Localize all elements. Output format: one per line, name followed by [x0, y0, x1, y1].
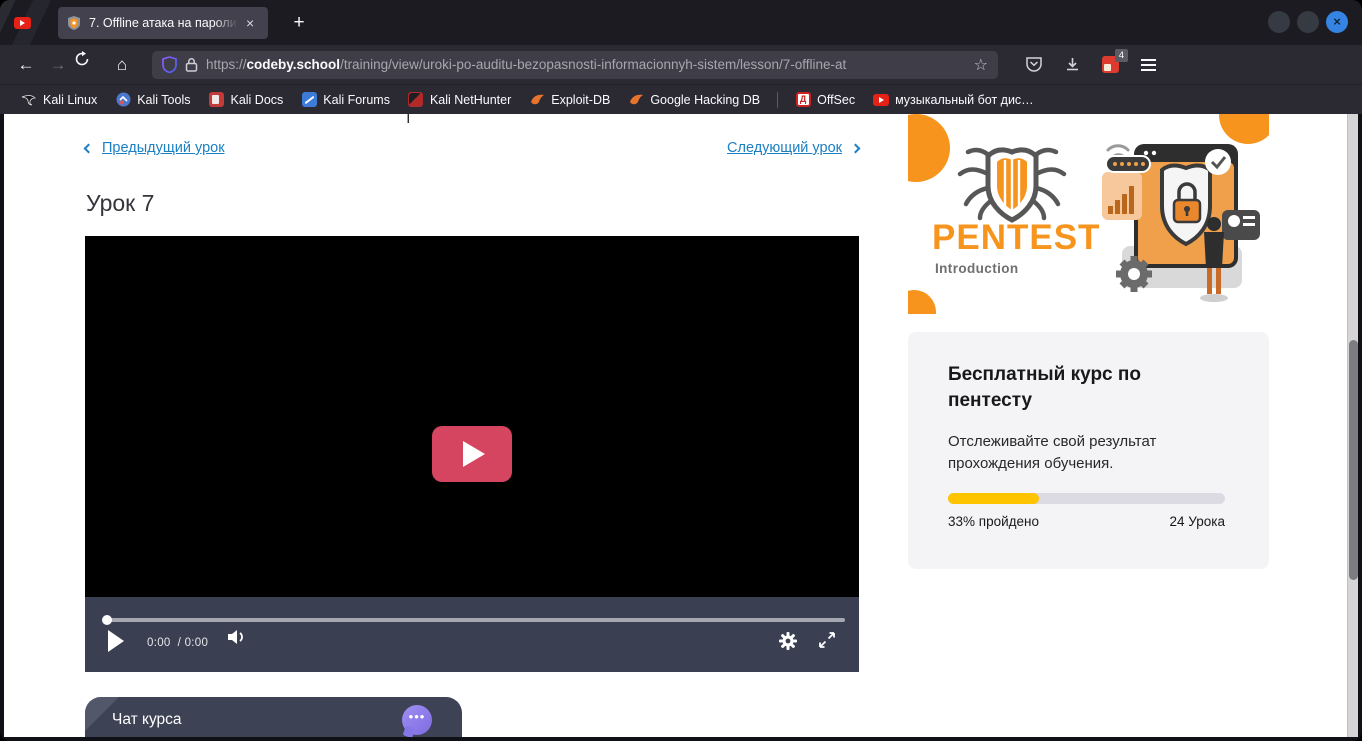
- maximize-button[interactable]: [1297, 11, 1319, 33]
- course-card-title: Бесплатный курс по пентесту: [948, 362, 1198, 413]
- pentest-spider-logo-icon: [956, 144, 1068, 224]
- course-card-description: Отслеживайте свой результат прохождения …: [948, 431, 1198, 475]
- chat-title: Чат курса: [112, 711, 182, 729]
- url-bar[interactable]: https://codeby.school/training/view/urok…: [152, 51, 998, 79]
- chat-bubble-icon[interactable]: •••: [402, 705, 432, 735]
- offsec-icon: Д: [795, 92, 811, 108]
- time-display: 0:00 / 0:00: [147, 637, 208, 649]
- course-chat-widget[interactable]: Чат курса •••: [85, 697, 462, 737]
- downloads-icon[interactable]: [1058, 51, 1086, 79]
- reload-icon[interactable]: [74, 51, 106, 79]
- course-banner[interactable]: PENTEST Introduction: [908, 114, 1269, 314]
- play-icon[interactable]: [108, 630, 124, 652]
- forward-icon: →: [42, 51, 74, 79]
- seek-knob[interactable]: [102, 615, 112, 625]
- clipped-heading-fragment: [407, 114, 409, 123]
- volume-icon[interactable]: [226, 628, 248, 646]
- codeby-favicon-icon: [66, 15, 82, 31]
- bookmark-kali-forums[interactable]: Kali Forums: [294, 89, 397, 111]
- page-scrollbar[interactable]: [1347, 114, 1358, 737]
- url-fade: [920, 54, 970, 76]
- youtube-icon: [873, 92, 889, 108]
- video-controls-bar: 0:00 / 0:00: [85, 597, 859, 672]
- page-content: Предыдущий урок Следующий урок Урок 7 0:…: [4, 114, 1358, 737]
- lessons-count-label: 24 Урока: [1170, 514, 1225, 529]
- youtube-icon: [14, 17, 31, 29]
- lock-icon[interactable]: [185, 57, 198, 72]
- tracking-shield-icon[interactable]: [162, 56, 177, 73]
- extension-badge: 4: [1115, 49, 1128, 62]
- url-text: https://codeby.school/training/view/urok…: [206, 57, 966, 72]
- lesson-title: Урок 7: [86, 190, 154, 217]
- exploit-db-bird-icon: [529, 92, 545, 108]
- kali-forums-icon: [301, 92, 317, 108]
- minimize-button[interactable]: [1268, 11, 1290, 33]
- active-tab[interactable]: 7. Offline атака на пароли ×: [58, 7, 268, 39]
- bookmark-star-icon[interactable]: ☆: [974, 55, 988, 75]
- seek-bar[interactable]: [104, 618, 845, 622]
- bookmarks-toolbar: Kali Linux Kali Tools Kali Docs Kali For…: [0, 85, 1362, 114]
- google-hacking-db-bird-icon: [628, 92, 644, 108]
- chevron-left-icon: [84, 143, 94, 153]
- navigation-toolbar: ← → ⌂ https://codeby.school/training/vie…: [0, 45, 1362, 85]
- bookmark-kali-docs[interactable]: Kali Docs: [201, 89, 290, 111]
- close-window-button[interactable]: ×: [1326, 11, 1348, 33]
- bookmark-kali-linux[interactable]: Kali Linux: [14, 89, 104, 111]
- tab-close-icon[interactable]: ×: [246, 16, 254, 30]
- chevron-right-icon: [851, 143, 861, 153]
- scrollbar-thumb[interactable]: [1349, 340, 1358, 580]
- window-controls: ×: [1268, 11, 1348, 33]
- titlebar: 7. Offline атака на пароли × + ×: [0, 0, 1362, 45]
- bookmark-music-bot[interactable]: музыкальный бот дис…: [866, 89, 1041, 111]
- pentest-brand-text: PENTEST: [932, 218, 1100, 258]
- bookmark-google-hacking-db[interactable]: Google Hacking DB: [621, 89, 767, 111]
- pentest-brand-subtitle: Introduction: [935, 261, 1019, 276]
- next-lesson-link[interactable]: Следующий урок: [727, 140, 859, 156]
- pinned-tab-youtube[interactable]: [14, 16, 31, 34]
- orange-blob-bottom-left: [908, 290, 936, 314]
- course-progress-labels: 33% пройдено 24 Урока: [948, 514, 1225, 529]
- kali-tools-icon: [115, 92, 131, 108]
- video-player[interactable]: 0:00 / 0:00: [85, 236, 859, 672]
- course-progress-track: [948, 493, 1225, 504]
- toolbar-right-cluster: 4: [1020, 51, 1162, 79]
- menu-hamburger-icon[interactable]: [1134, 51, 1162, 79]
- progress-percent-label: 33% пройдено: [948, 514, 1039, 529]
- course-banner-illustration: [1094, 128, 1266, 308]
- course-progress-fill: [948, 493, 1039, 504]
- bookmark-kali-nethunter[interactable]: Kali NetHunter: [401, 89, 518, 111]
- fullscreen-icon[interactable]: [818, 631, 836, 649]
- bookmarks-separator: [777, 92, 778, 108]
- new-tab-button[interactable]: +: [286, 10, 312, 36]
- bookmark-offsec[interactable]: Д OffSec: [788, 89, 862, 111]
- settings-gear-icon[interactable]: [778, 631, 798, 651]
- kali-dragon-icon: [21, 92, 37, 108]
- kali-nethunter-icon: [408, 92, 424, 108]
- pocket-icon[interactable]: [1020, 51, 1048, 79]
- adblock-extension-icon[interactable]: 4: [1096, 51, 1124, 79]
- kali-docs-icon: [208, 92, 224, 108]
- big-play-button[interactable]: [432, 426, 512, 482]
- previous-lesson-link[interactable]: Предыдущий урок: [85, 140, 225, 156]
- orange-blob-top-left: [908, 114, 950, 182]
- bookmark-kali-tools[interactable]: Kali Tools: [108, 89, 197, 111]
- lesson-navigation: Предыдущий урок Следующий урок: [85, 140, 859, 156]
- back-icon[interactable]: ←: [10, 51, 42, 79]
- course-progress-card: Бесплатный курс по пентесту Отслеживайте…: [908, 332, 1269, 569]
- browser-window: 7. Offline атака на пароли × + × ← → ⌂: [0, 0, 1362, 741]
- home-icon[interactable]: ⌂: [106, 51, 138, 79]
- bookmark-exploit-db[interactable]: Exploit-DB: [522, 89, 617, 111]
- tab-title-fade: [214, 14, 242, 32]
